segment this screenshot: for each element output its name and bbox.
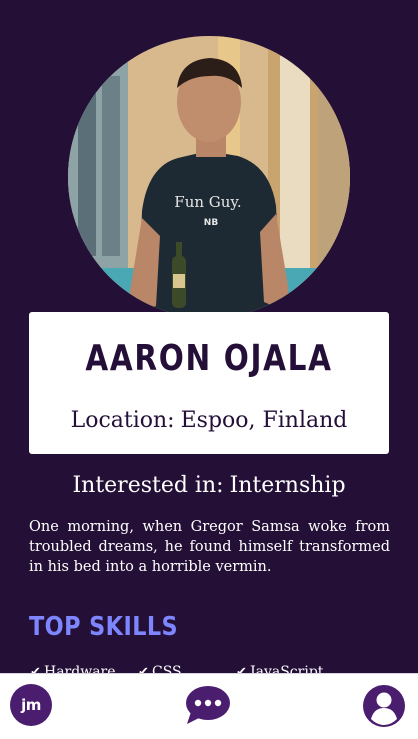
profile-name: AARON OJALA [85, 338, 333, 379]
interest-line: Interested in: Internship [0, 473, 418, 498]
jm-logo-icon: jm [10, 684, 52, 726]
location-label: Location: [70, 408, 175, 433]
shirt-text: Fun Guy. [174, 193, 241, 211]
skills-heading: TOP SKILLS [29, 612, 179, 642]
interest-label: Interested in: [72, 473, 224, 498]
interest-value: Internship [229, 473, 346, 498]
messages-button[interactable] [185, 684, 230, 728]
jm-logo-text: jm [21, 696, 41, 714]
profile-bio: One morning, when Gregor Samsa woke from… [29, 519, 390, 575]
shirt-brand: NB [204, 218, 219, 228]
profile-photo: Fun Guy. NB [68, 36, 350, 318]
bottom-navigation: jm [0, 673, 418, 739]
location-value: Espoo, Finland [180, 408, 348, 433]
profile-location: Location: Espoo, Finland [29, 408, 389, 433]
profile-screen: Fun Guy. NB AARON OJALA Location: Espoo, … [0, 0, 418, 739]
home-button[interactable]: jm [10, 684, 54, 728]
profile-photo-image: Fun Guy. NB [68, 36, 350, 318]
profile-button[interactable] [362, 684, 406, 728]
name-card: AARON OJALA Location: Espoo, Finland [29, 312, 389, 454]
user-icon [363, 685, 405, 727]
chat-bubble-icon [186, 686, 230, 724]
